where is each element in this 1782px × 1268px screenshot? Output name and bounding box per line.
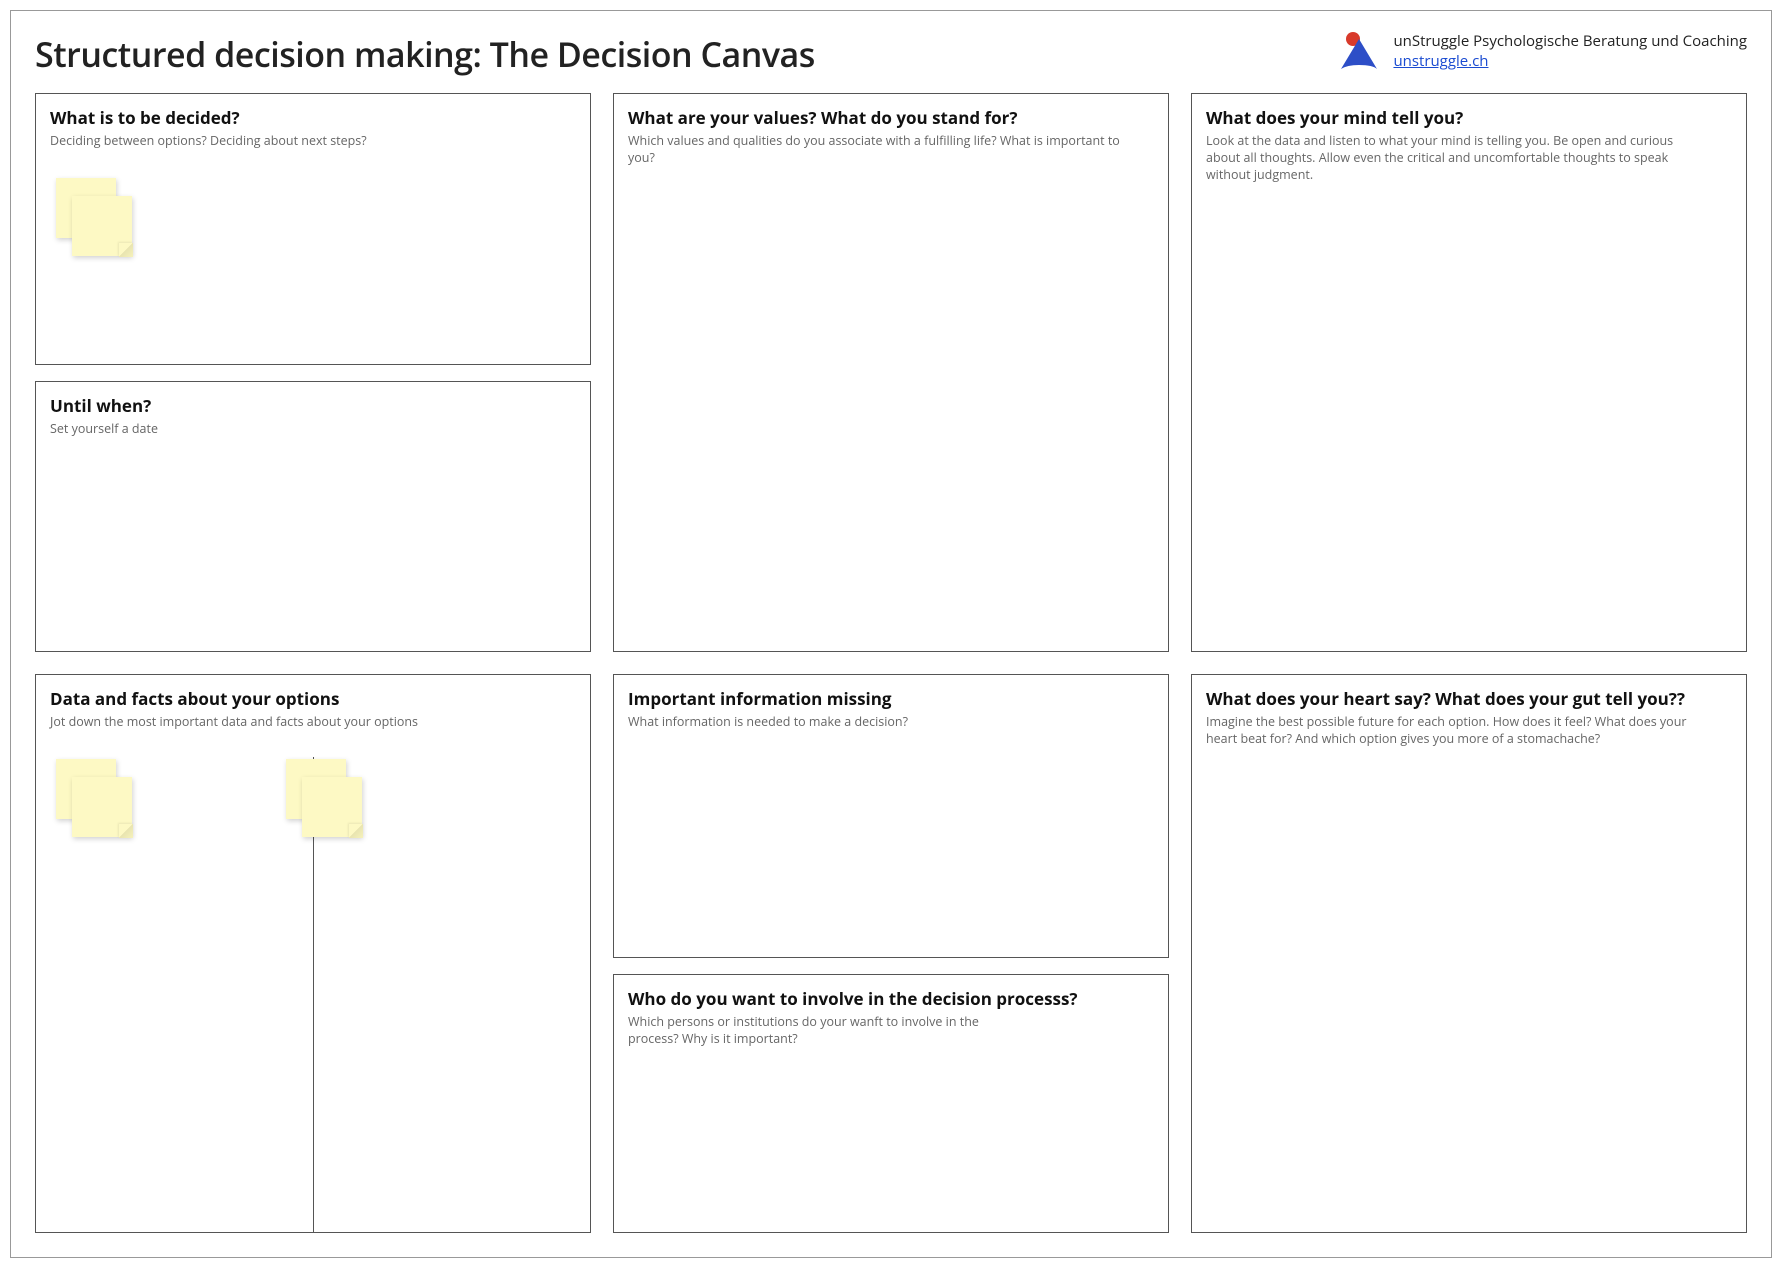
box-subtitle: Imagine the best possible future for eac… xyxy=(1206,714,1706,748)
box-involve[interactable]: Who do you want to involve in the decisi… xyxy=(613,974,1169,1233)
box-subtitle: Which values and qualities do you associ… xyxy=(628,133,1128,167)
header: Structured decision making: The Decision… xyxy=(35,31,1747,77)
page-title: Structured decision making: The Decision… xyxy=(35,31,815,77)
sticky-notes-icon[interactable] xyxy=(56,178,146,266)
brand-link[interactable]: unstruggle.ch xyxy=(1393,51,1747,71)
col-r2-c3: What does your heart say? What does your… xyxy=(1191,674,1747,1233)
col-r2-c1: Data and facts about your options Jot do… xyxy=(35,674,591,1233)
box-subtitle: What information is needed to make a dec… xyxy=(628,714,1128,731)
box-title: Who do you want to involve in the decisi… xyxy=(628,987,1154,1010)
brand-block: unStruggle Psychologische Beratung und C… xyxy=(1337,31,1747,72)
box-title: Important information missing xyxy=(628,687,1154,710)
box-until-when[interactable]: Until when? Set yourself a date xyxy=(35,381,591,653)
sticky-notes-icon[interactable] xyxy=(286,759,376,847)
box-subtitle: Set yourself a date xyxy=(50,421,550,438)
col-r1-c2: What are your values? What do you stand … xyxy=(613,93,1169,652)
box-title: Until when? xyxy=(50,394,576,417)
box-title: What does your mind tell you? xyxy=(1206,106,1732,129)
box-mind[interactable]: What does your mind tell you? Look at th… xyxy=(1191,93,1747,652)
box-subtitle: Deciding between options? Deciding about… xyxy=(50,133,550,150)
box-subtitle: Which persons or institutions do your wa… xyxy=(628,1014,996,1048)
box-values[interactable]: What are your values? What do you stand … xyxy=(613,93,1169,652)
col-r1-c3: What does your mind tell you? Look at th… xyxy=(1191,93,1747,652)
box-title: What is to be decided? xyxy=(50,106,576,129)
unstruggle-logo-icon xyxy=(1337,31,1381,71)
box-title: Data and facts about your options xyxy=(50,687,576,710)
col-r1-c1: What is to be decided? Deciding between … xyxy=(35,93,591,652)
box-info-missing[interactable]: Important information missing What infor… xyxy=(613,674,1169,958)
box-heart-gut[interactable]: What does your heart say? What does your… xyxy=(1191,674,1747,1233)
box-subtitle: Look at the data and listen to what your… xyxy=(1206,133,1706,184)
sticky-notes-icon[interactable] xyxy=(56,759,146,847)
brand-text: unStruggle Psychologische Beratung und C… xyxy=(1393,31,1747,72)
box-data-facts[interactable]: Data and facts about your options Jot do… xyxy=(35,674,591,1233)
box-title: What does your heart say? What does your… xyxy=(1206,687,1732,710)
canvas-grid: What is to be decided? Deciding between … xyxy=(35,93,1747,1233)
decision-canvas-frame: Structured decision making: The Decision… xyxy=(10,10,1772,1258)
col-r2-c2: Important information missing What infor… xyxy=(613,674,1169,1233)
box-what-to-decide[interactable]: What is to be decided? Deciding between … xyxy=(35,93,591,365)
sticky-area xyxy=(50,731,576,847)
box-title: What are your values? What do you stand … xyxy=(628,106,1154,129)
brand-name: unStruggle Psychologische Beratung und C… xyxy=(1393,31,1747,51)
box-subtitle: Jot down the most important data and fac… xyxy=(50,714,550,731)
